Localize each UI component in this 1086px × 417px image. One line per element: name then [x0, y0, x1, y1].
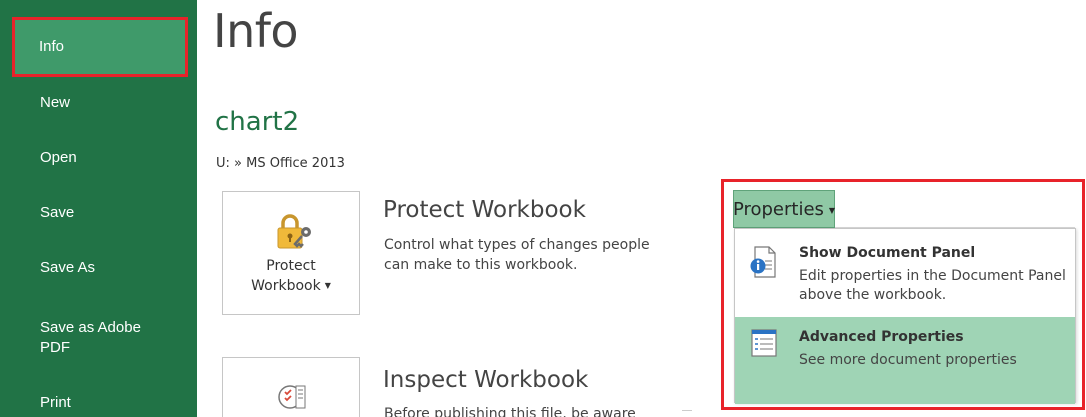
nav-item-save[interactable]: Save [14, 203, 190, 223]
nav-item-label: Open [40, 149, 77, 166]
nav-item-open[interactable]: Open [14, 148, 190, 168]
properties-button-label: Properties [732, 198, 824, 220]
menu-item-title: Show Document Panel [799, 245, 976, 261]
divider [682, 410, 692, 411]
properties-menu: Show Document Panel Edit properties in t… [734, 228, 1076, 404]
nav-item-save-as[interactable]: Save As [14, 258, 190, 278]
inspect-workbook-description: Before publishing this file, be aware [384, 406, 636, 417]
nav-item-info[interactable]: Info [12, 17, 188, 77]
menu-item-description: Edit properties in the Document Panel ab… [799, 268, 1066, 303]
page-title: Info [213, 4, 299, 58]
chevron-down-icon: ▼ [324, 281, 331, 290]
inspect-workbook-title: Inspect Workbook [383, 367, 589, 393]
document-panel-icon [750, 246, 776, 278]
nav-item-label: Save As [40, 259, 96, 276]
nav-item-print[interactable]: Print [14, 393, 190, 413]
menu-item-title: Advanced Properties [799, 329, 964, 345]
protect-workbook-description: Control what types of changes people can… [384, 237, 650, 273]
nav-item-label: Save [40, 204, 75, 221]
check-for-issues-button[interactable] [222, 357, 360, 417]
nav-item-save-as-adobe-pdf[interactable]: Save as Adobe PDF [14, 318, 164, 358]
nav-item-label: Print [40, 394, 71, 411]
lock-key-icon [277, 214, 311, 249]
nav-item-new[interactable]: New [14, 93, 190, 113]
properties-dropdown-button[interactable]: Properties ▼ [733, 190, 835, 228]
protect-workbook-button[interactable]: Protect Workbook ▼ [222, 191, 360, 315]
tile-label-line2-text: Workbook [251, 278, 321, 294]
inspect-document-icon [278, 385, 306, 409]
chevron-down-icon: ▼ [828, 205, 836, 215]
protect-workbook-tile-label: Protect Workbook ▼ [223, 256, 359, 296]
tile-label-line1: Protect [266, 258, 316, 274]
file-path[interactable]: U: » MS Office 2013 [216, 156, 345, 171]
tile-label-line2: Workbook ▼ [223, 276, 359, 296]
menu-item-description: See more document properties [799, 352, 1017, 368]
nav-item-label: Save as Adobe PDF [40, 319, 141, 356]
menu-item-advanced-properties[interactable]: Advanced Properties See more document pr… [735, 317, 1075, 404]
nav-item-label: Info [39, 38, 65, 55]
protect-workbook-title: Protect Workbook [383, 197, 586, 223]
file-name: chart2 [215, 107, 300, 137]
menu-item-show-document-panel[interactable]: Show Document Panel Edit properties in t… [735, 229, 1075, 317]
nav-item-label: New [40, 94, 71, 111]
backstage-sidebar: Info New Open Save Save As Save as Adobe… [0, 0, 197, 417]
properties-list-icon [751, 329, 777, 357]
